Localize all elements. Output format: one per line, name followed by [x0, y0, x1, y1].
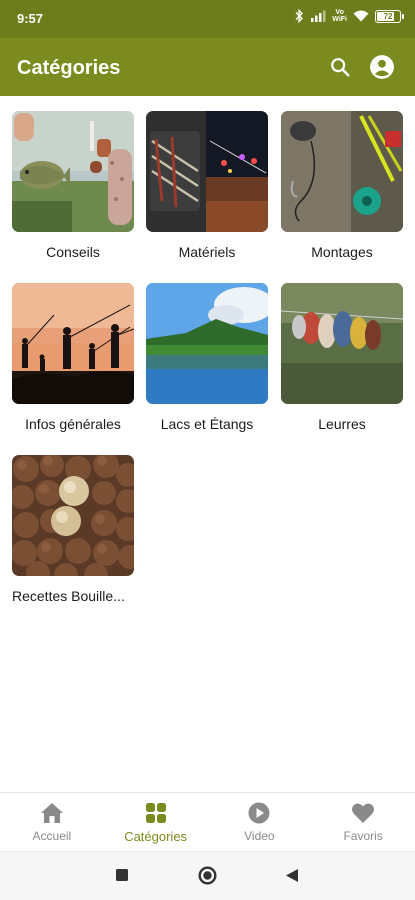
system-navigation-bar — [0, 851, 415, 900]
nav-item-video[interactable]: Video — [208, 793, 312, 851]
recents-button[interactable] — [115, 868, 129, 887]
heart-icon — [352, 803, 375, 823]
search-button[interactable] — [326, 53, 354, 81]
battery-icon: 72 — [375, 9, 404, 23]
signal-icon — [310, 10, 326, 22]
page-title: Catégories — [17, 57, 121, 79]
circle-icon — [198, 866, 217, 885]
category-card-montages[interactable]: Montages — [281, 111, 403, 260]
nav-label: Accueil — [32, 829, 72, 843]
home-icon — [40, 803, 63, 823]
nav-label: Catégories — [124, 829, 188, 844]
vowifi-bottom: WiFi — [332, 16, 347, 23]
status-icons: Vo WiFi 72 — [294, 9, 404, 23]
category-label: Conseils — [46, 244, 100, 260]
category-label: Lacs et Étangs — [160, 416, 254, 432]
category-card-recettes-bouillettes[interactable]: Recettes Bouille... — [12, 455, 134, 604]
battery-level: 72 — [383, 11, 393, 21]
category-label: Recettes Bouille... — [12, 588, 125, 604]
bluetooth-icon — [294, 9, 304, 23]
bottom-navigation: Accueil Catégories Video Favoris — [0, 792, 415, 851]
fishing-gear-image — [146, 111, 268, 232]
category-label: Matériels — [178, 244, 236, 260]
nav-item-categories[interactable]: Catégories — [104, 793, 208, 851]
status-bar: 9:57 Vo WiFi 72 — [0, 0, 415, 38]
fishing-rigs-image — [281, 111, 403, 232]
app-bar: Catégories — [0, 38, 415, 96]
search-icon — [331, 58, 350, 77]
back-button[interactable] — [285, 868, 299, 888]
back-triangle-icon — [286, 869, 298, 882]
category-card-infos-generales[interactable]: Infos générales — [12, 283, 134, 432]
account-button[interactable] — [368, 53, 396, 81]
vowifi-top: Vo — [335, 9, 344, 16]
square-icon — [116, 869, 128, 881]
lake-image — [146, 283, 268, 404]
category-label: Montages — [311, 244, 373, 260]
account-circle-icon — [370, 55, 394, 79]
fishing-advice-image — [12, 111, 134, 232]
category-card-materiels[interactable]: Matériels — [146, 111, 268, 260]
nav-item-accueil[interactable]: Accueil — [0, 793, 104, 851]
category-label: Leurres — [318, 416, 366, 432]
category-card-leurres[interactable]: Leurres — [281, 283, 403, 432]
lures-image — [281, 283, 403, 404]
category-card-lacs-etangs[interactable]: Lacs et Étangs — [146, 283, 268, 432]
category-card-conseils[interactable]: Conseils — [12, 111, 134, 260]
vowifi-indicator: Vo WiFi — [332, 9, 347, 23]
home-button[interactable] — [198, 866, 217, 890]
grid-icon — [145, 803, 166, 823]
play-icon — [248, 802, 270, 824]
nav-item-favoris[interactable]: Favoris — [311, 793, 415, 851]
boilies-image — [12, 455, 134, 576]
anglers-sunset-image — [12, 283, 134, 404]
wifi-icon — [353, 10, 369, 22]
category-label: Infos générales — [25, 416, 121, 432]
status-time: 9:57 — [17, 11, 44, 26]
nav-label: Video — [244, 829, 275, 843]
nav-label: Favoris — [343, 829, 383, 843]
